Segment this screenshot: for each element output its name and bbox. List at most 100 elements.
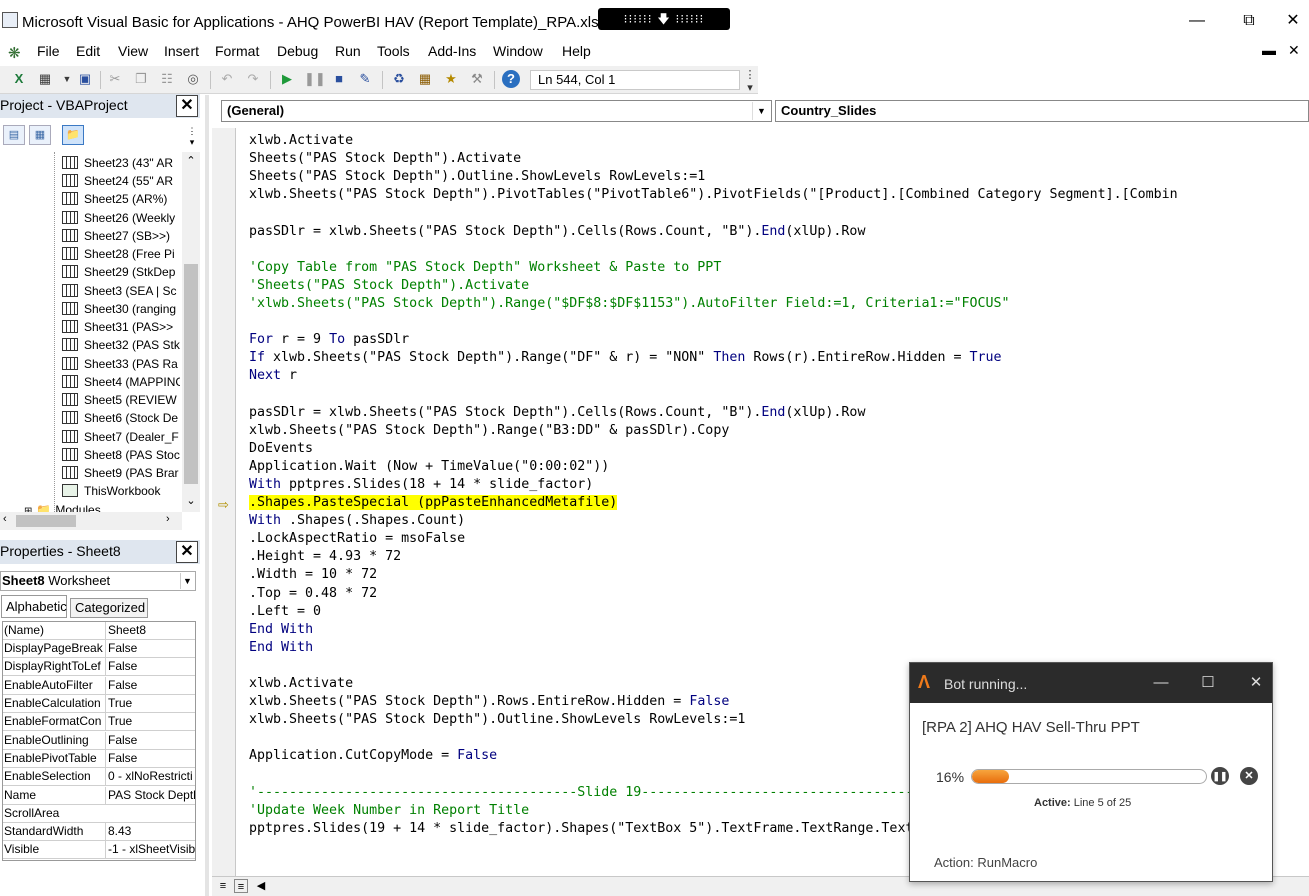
properties-close-icon[interactable]: ✕ bbox=[176, 541, 198, 563]
code-line[interactable]: End With bbox=[249, 639, 313, 657]
view-object-icon[interactable]: ▦ bbox=[29, 125, 51, 145]
code-line[interactable]: 'xlwb.Sheets("PAS Stock Depth").Range("$… bbox=[249, 295, 1010, 313]
redo-icon[interactable]: ↷ bbox=[244, 70, 262, 88]
code-line[interactable]: Application.CutCopyMode = False bbox=[249, 747, 497, 765]
code-line[interactable]: Application.Wait (Now + TimeValue("0:00:… bbox=[249, 458, 609, 476]
design-mode-icon[interactable]: ✎ bbox=[356, 70, 374, 88]
code-line[interactable]: End With bbox=[249, 621, 313, 639]
code-line[interactable]: .Top = 0.48 * 72 bbox=[249, 585, 377, 603]
procedure-combo[interactable]: Country_Slides bbox=[775, 100, 1309, 122]
scroll-left-icon[interactable]: ‹ bbox=[3, 513, 7, 525]
tree-item[interactable]: Sheet3 (SEA | Sc bbox=[62, 282, 180, 300]
menu-insert[interactable]: Insert bbox=[164, 43, 199, 59]
break-icon[interactable]: ❚❚ bbox=[304, 70, 326, 88]
save-icon[interactable]: ▣ bbox=[76, 70, 94, 88]
tree-item[interactable]: Sheet33 (PAS Ra bbox=[62, 355, 180, 373]
code-line[interactable]: xlwb.Sheets("PAS Stock Depth").PivotTabl… bbox=[249, 186, 1178, 204]
tree-item-thisworkbook[interactable]: ThisWorkbook bbox=[62, 482, 180, 500]
code-line[interactable]: xlwb.Sheets("PAS Stock Depth").Range("B3… bbox=[249, 422, 729, 440]
stop-icon[interactable]: ✕ bbox=[1240, 767, 1258, 785]
pause-icon[interactable]: ❚❚ bbox=[1211, 767, 1229, 785]
property-row[interactable]: Visible -1 - xlSheetVisib bbox=[3, 841, 195, 859]
project-explorer-icon[interactable]: ♻ bbox=[390, 70, 408, 88]
project-scroll-grip-icon[interactable]: ⋮ ▾ bbox=[186, 126, 198, 148]
tree-item[interactable]: Sheet25 (AR%) bbox=[62, 190, 180, 208]
insert-userform-icon[interactable]: ▦ bbox=[36, 70, 54, 88]
tree-item[interactable]: Sheet7 (Dealer_F bbox=[62, 428, 180, 446]
code-line[interactable]: If xlwb.Sheets("PAS Stock Depth").Range(… bbox=[249, 349, 1002, 367]
help-icon[interactable]: ? bbox=[502, 70, 520, 88]
property-row[interactable]: (Name) Sheet8 bbox=[3, 622, 195, 640]
object-combo[interactable]: (General) ▼ bbox=[221, 100, 772, 122]
project-vertical-scrollbar[interactable]: ⌃ ⌄ bbox=[182, 152, 200, 512]
code-line[interactable]: .Shapes.PasteSpecial (ppPasteEnhancedMet… bbox=[249, 494, 618, 512]
pane-splitter[interactable] bbox=[205, 95, 209, 896]
code-line[interactable]: '---------------------------------------… bbox=[249, 784, 978, 802]
tree-item[interactable]: Sheet23 (43" AR bbox=[62, 154, 180, 172]
scroll-right-icon[interactable]: › bbox=[166, 513, 170, 525]
code-line[interactable]: pptpres.Slides(19 + 14 * slide_factor).S… bbox=[249, 820, 913, 838]
menu-view[interactable]: View bbox=[118, 43, 148, 59]
close-button[interactable]: ✕ bbox=[1278, 10, 1308, 32]
menu-window[interactable]: Window bbox=[493, 43, 543, 59]
property-row[interactable]: ScrollArea bbox=[3, 805, 195, 823]
code-line[interactable]: For r = 9 To pasSDlr bbox=[249, 331, 409, 349]
code-line[interactable]: With pptpres.Slides(18 + 14 * slide_fact… bbox=[249, 476, 593, 494]
object-browser-icon[interactable]: ★ bbox=[442, 70, 460, 88]
tab-categorized[interactable]: Categorized bbox=[70, 598, 148, 618]
code-line[interactable]: pasSDlr = xlwb.Sheets("PAS Stock Depth")… bbox=[249, 404, 865, 422]
tree-item[interactable]: Sheet9 (PAS Brar bbox=[62, 464, 180, 482]
code-line[interactable]: Next r bbox=[249, 367, 297, 385]
excel-view-icon[interactable]: X bbox=[10, 70, 28, 88]
menu-add-ins[interactable]: Add-Ins bbox=[428, 43, 476, 59]
find-icon[interactable]: ◎ bbox=[184, 70, 202, 88]
tree-item[interactable]: Sheet30 (ranging bbox=[62, 300, 180, 318]
code-margin[interactable]: ⇨ bbox=[212, 128, 236, 876]
property-row[interactable]: EnableSelection 0 - xlNoRestricti bbox=[3, 768, 195, 786]
code-line[interactable]: .Left = 0 bbox=[249, 603, 321, 621]
insert-dropdown-icon[interactable]: ▼ bbox=[58, 70, 76, 88]
cut-icon[interactable]: ✂ bbox=[106, 70, 124, 88]
code-line[interactable]: pasSDlr = xlwb.Sheets("PAS Stock Depth")… bbox=[249, 223, 865, 241]
copy-icon[interactable]: ❐ bbox=[132, 70, 150, 88]
menu-format[interactable]: Format bbox=[215, 43, 259, 59]
tree-item[interactable]: Sheet26 (Weekly bbox=[62, 209, 180, 227]
tree-item[interactable]: Sheet4 (MAPPING bbox=[62, 373, 180, 391]
property-row[interactable]: EnableCalculation True bbox=[3, 695, 195, 713]
property-row[interactable]: Name PAS Stock Depth bbox=[3, 787, 195, 805]
property-row[interactable]: EnableFormatCon True bbox=[3, 713, 195, 731]
tree-item[interactable]: Sheet28 (Free Pi bbox=[62, 245, 180, 263]
tree-item[interactable]: Sheet24 (55" AR bbox=[62, 172, 180, 190]
code-line[interactable]: Sheets("PAS Stock Depth").Outline.ShowLe… bbox=[249, 168, 705, 186]
code-line[interactable]: .Height = 4.93 * 72 bbox=[249, 548, 401, 566]
paste-icon[interactable]: ☷ bbox=[158, 70, 176, 88]
toggle-folders-icon[interactable]: 📁 bbox=[62, 125, 84, 145]
tree-item[interactable]: Sheet5 (REVIEW bbox=[62, 391, 180, 409]
menu-file[interactable]: File bbox=[37, 43, 60, 59]
vba-menu-icon[interactable]: ❋ bbox=[8, 44, 21, 62]
menu-edit[interactable]: Edit bbox=[76, 43, 100, 59]
reset-icon[interactable]: ■ bbox=[330, 70, 348, 88]
tab-alphabetic[interactable]: Alphabetic bbox=[1, 595, 67, 618]
tree-item-modules[interactable]: ⊞ 📁 Modules bbox=[24, 501, 142, 512]
code-line[interactable]: .LockAspectRatio = msoFalse bbox=[249, 530, 465, 548]
bot-minimize-icon[interactable]: — bbox=[1150, 672, 1172, 694]
bot-close-icon[interactable]: ✕ bbox=[1245, 672, 1267, 694]
toolbar-grip-icon[interactable]: ⋮ ▾ bbox=[744, 68, 756, 94]
menu-run[interactable]: Run bbox=[335, 43, 361, 59]
property-row[interactable]: EnableOutlining False bbox=[3, 732, 195, 750]
code-line[interactable]: With .Shapes(.Shapes.Count) bbox=[249, 512, 465, 530]
run-icon[interactable]: ▶ bbox=[278, 70, 296, 88]
menu-help[interactable]: Help bbox=[562, 43, 591, 59]
chevron-down-icon[interactable]: ▼ bbox=[752, 102, 770, 120]
scroll-up-icon[interactable]: ⌃ bbox=[182, 154, 200, 167]
object-selector[interactable]: Sheet8 Worksheet ▼ bbox=[0, 571, 196, 591]
code-line[interactable]: xlwb.Sheets("PAS Stock Depth").Outline.S… bbox=[249, 711, 745, 729]
minimize-button[interactable]: — bbox=[1182, 10, 1212, 32]
menu-tools[interactable]: Tools bbox=[377, 43, 410, 59]
code-line[interactable]: DoEvents bbox=[249, 440, 313, 458]
code-line[interactable]: .Width = 10 * 72 bbox=[249, 566, 377, 584]
tree-item[interactable]: Sheet31 (PAS>> bbox=[62, 318, 180, 336]
code-line[interactable]: 'Update Week Number in Report Title bbox=[249, 802, 529, 820]
properties-window-icon[interactable]: ▦ bbox=[416, 70, 434, 88]
